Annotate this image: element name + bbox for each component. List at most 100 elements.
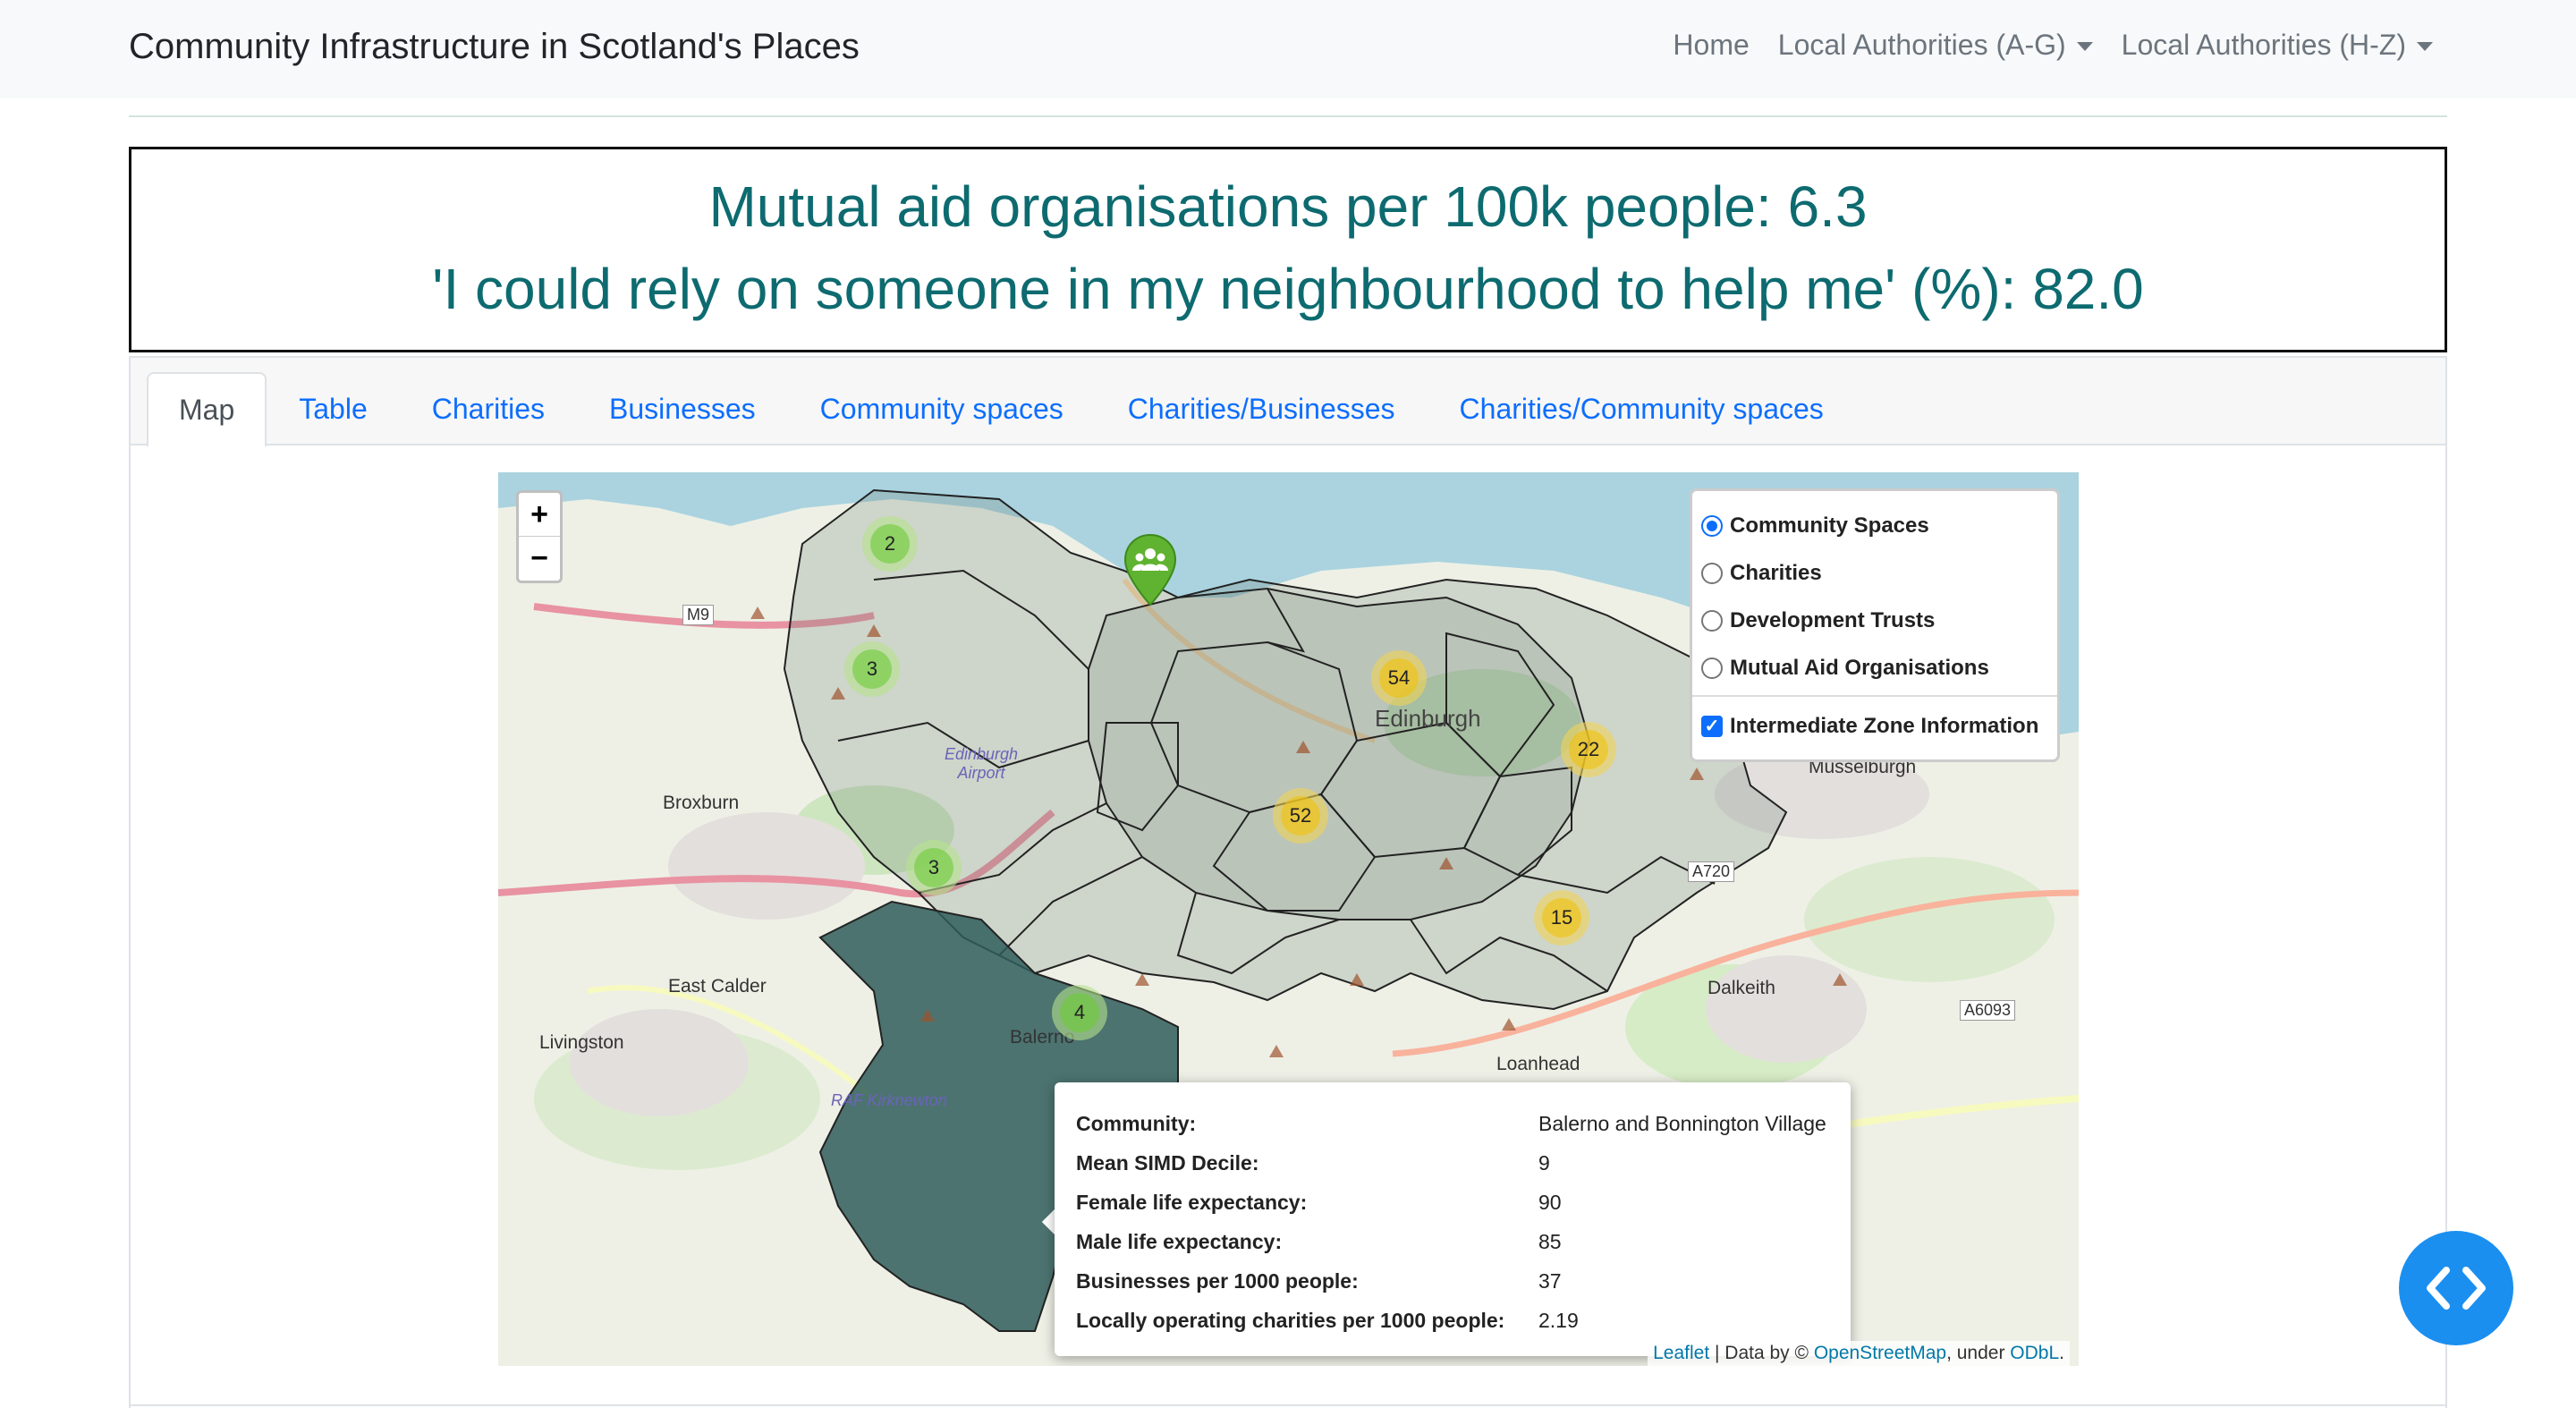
tab-community-spaces[interactable]: Community spaces	[788, 372, 1096, 445]
layer-option-charities[interactable]: Charities	[1701, 549, 2048, 597]
layer-option-community-spaces[interactable]: Community Spaces	[1701, 502, 2048, 549]
cluster-count: 2	[870, 524, 910, 564]
layer-label: Charities	[1730, 560, 1822, 585]
radio-icon[interactable]	[1701, 657, 1723, 679]
leaflet-link[interactable]: Leaflet	[1653, 1343, 1709, 1363]
overlay-intermediate-zone[interactable]: ✓ Intermediate Zone Information	[1701, 702, 2048, 750]
zoom-out-button[interactable]: −	[519, 537, 560, 581]
checkbox-checked-icon[interactable]: ✓	[1701, 715, 1723, 737]
divider	[129, 115, 2447, 117]
marker-cluster[interactable]: 52	[1273, 788, 1328, 844]
cluster-count: 22	[1569, 730, 1608, 769]
marker-cluster[interactable]: 54	[1371, 650, 1427, 706]
layer-option-development-trusts[interactable]: Development Trusts	[1701, 597, 2048, 644]
place-label: Loanhead	[1496, 1054, 1580, 1074]
popup-key: Community:	[1076, 1111, 1197, 1135]
nav-home[interactable]: Home	[1673, 29, 1749, 62]
brand-title[interactable]: Community Infrastructure in Scotland's P…	[129, 27, 860, 67]
zone-info-popup: Community: Balerno and Bonnington Village…	[1055, 1082, 1851, 1356]
attribution-text: .	[2059, 1343, 2064, 1363]
radio-icon[interactable]	[1701, 609, 1723, 632]
popup-value: 37	[1538, 1268, 1562, 1293]
navbar: Community Infrastructure in Scotland's P…	[0, 0, 2576, 98]
place-label: RAF Kirknewton	[831, 1091, 947, 1109]
popup-row: Locally operating charities per 1000 peo…	[1076, 1301, 1829, 1340]
place-label: East Calder	[668, 976, 767, 997]
popup-row: Male life expectancy: 85	[1076, 1222, 1829, 1261]
layer-label: Intermediate Zone Information	[1730, 713, 2039, 738]
popup-row: Female life expectancy: 90	[1076, 1183, 1829, 1222]
popup-value: 85	[1538, 1229, 1562, 1253]
popup-value: 2.19	[1538, 1308, 1579, 1332]
radio-selected-icon[interactable]	[1701, 514, 1723, 537]
popup-key: Businesses per 1000 people:	[1076, 1268, 1359, 1293]
layer-label: Community Spaces	[1730, 513, 1929, 538]
tab-charities[interactable]: Charities	[400, 372, 577, 445]
cluster-count: 52	[1281, 796, 1320, 835]
map-attribution: Leaflet | Data by © OpenStreetMap, under…	[1648, 1341, 2070, 1366]
popup-row: Businesses per 1000 people: 37	[1076, 1261, 1829, 1301]
code-toggle-button[interactable]	[2399, 1231, 2513, 1345]
nav-h-z-label: Local Authorities (H-Z)	[2121, 29, 2406, 61]
marker-cluster[interactable]: 15	[1534, 890, 1589, 946]
place-label: Broxburn	[663, 793, 740, 813]
chevron-down-icon	[2076, 41, 2093, 51]
divider	[1692, 695, 2057, 697]
tab-businesses[interactable]: Businesses	[577, 372, 788, 445]
cluster-count: 15	[1542, 898, 1581, 937]
layer-label: Development Trusts	[1730, 607, 1936, 632]
tab-table[interactable]: Table	[267, 372, 400, 445]
stat-neighbourhood-help: 'I could rely on someone in my neighbour…	[432, 257, 2144, 321]
layer-option-mutual-aid[interactable]: Mutual Aid Organisations	[1701, 644, 2048, 691]
marker-cluster[interactable]: 2	[862, 516, 918, 572]
osm-link[interactable]: OpenStreetMap	[1814, 1343, 1946, 1363]
cluster-count: 54	[1379, 658, 1419, 698]
popup-row: Community: Balerno and Bonnington Village	[1076, 1104, 1829, 1143]
zoom-in-button[interactable]: +	[519, 493, 560, 537]
tab-charities-community-spaces[interactable]: Charities/Community spaces	[1428, 372, 1856, 445]
marker-cluster[interactable]: 4	[1052, 985, 1107, 1040]
tab-bar: Map Table Charities Businesses Community…	[131, 358, 2445, 447]
road-label: M9	[682, 605, 715, 625]
cluster-count: 4	[1060, 993, 1099, 1032]
place-label: Edinburgh	[1375, 705, 1481, 732]
popup-key: Female life expectancy:	[1076, 1190, 1308, 1214]
zoom-control: + −	[516, 490, 563, 583]
popup-value: 90	[1538, 1190, 1562, 1214]
marker-cluster[interactable]: 22	[1561, 722, 1616, 777]
road-label: A720	[1688, 861, 1735, 882]
layers-control: Community Spaces Charities Development T…	[1690, 488, 2060, 762]
cluster-count: 3	[914, 848, 953, 887]
popup-key: Mean SIMD Decile:	[1076, 1150, 1259, 1175]
attribution-text: | Data by ©	[1709, 1343, 1814, 1363]
nav-a-g-label: Local Authorities (A-G)	[1777, 29, 2066, 61]
tab-map[interactable]: Map	[147, 372, 267, 447]
road-label: A6093	[1960, 1000, 2016, 1021]
odbl-link[interactable]: ODbL	[2010, 1343, 2059, 1363]
cluster-count: 3	[852, 649, 892, 689]
attribution-text: , under	[1946, 1343, 2011, 1363]
place-label: Livingston	[539, 1032, 624, 1053]
tab-charities-businesses[interactable]: Charities/Businesses	[1096, 372, 1428, 445]
community-marker-icon[interactable]	[1123, 533, 1178, 606]
nav-links: Home Local Authorities (A-G) Local Autho…	[1673, 29, 2433, 62]
place-label: Dalkeith	[1707, 978, 1775, 998]
layer-label: Mutual Aid Organisations	[1730, 655, 1989, 680]
chevron-down-icon	[2417, 41, 2433, 51]
marker-cluster[interactable]: 3	[844, 641, 900, 697]
stat-mutual-aid: Mutual aid organisations per 100k people…	[708, 174, 1868, 239]
nav-local-authorities-a-g[interactable]: Local Authorities (A-G)	[1778, 29, 2093, 62]
popup-value: 9	[1538, 1150, 1550, 1175]
stats-box: Mutual aid organisations per 100k people…	[129, 147, 2447, 352]
popup-key: Locally operating charities per 1000 peo…	[1076, 1308, 1505, 1332]
popup-key: Male life expectancy:	[1076, 1229, 1283, 1253]
code-icon	[2427, 1267, 2486, 1310]
nav-home-label: Home	[1673, 29, 1750, 61]
marker-cluster[interactable]: 3	[906, 840, 962, 895]
leaflet-map[interactable]: Broxburn East Calder Livingston Edinburg…	[498, 472, 2079, 1366]
popup-value: Balerno and Bonnington Village	[1538, 1111, 1826, 1135]
radio-icon[interactable]	[1701, 562, 1723, 584]
place-label: Edinburgh Airport	[944, 745, 1019, 782]
popup-row: Mean SIMD Decile: 9	[1076, 1143, 1829, 1183]
nav-local-authorities-h-z[interactable]: Local Authorities (H-Z)	[2122, 29, 2433, 62]
